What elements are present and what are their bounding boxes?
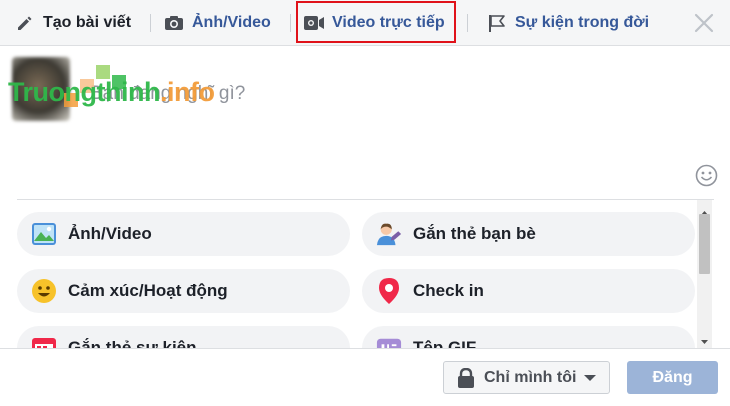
camera-icon [163, 12, 185, 34]
composer-tab-bar: Tạo bài viết Ảnh/Video Video trực tiếp S… [0, 0, 730, 46]
post-button[interactable]: Đăng [627, 361, 718, 394]
option-check-in[interactable]: Check in [362, 269, 695, 313]
post-composer[interactable]: Bạn đang nghĩ gì? Truongthinh.info [0, 47, 730, 197]
live-video-highlight-box [296, 1, 456, 43]
tag-friends-icon [376, 221, 402, 247]
option-label: Tệp GIF [413, 338, 477, 348]
calendar-icon [31, 335, 57, 348]
option-label: Ảnh/Video [68, 224, 152, 243]
pencil-icon [14, 12, 36, 34]
smiley-icon [31, 278, 57, 304]
scroll-up-arrow-icon[interactable] [697, 204, 712, 215]
watermark-text: Truongthinh.info [8, 77, 215, 107]
lock-icon [457, 367, 475, 388]
tab-label: Ảnh/Video [192, 14, 271, 31]
scrollbar-thumb[interactable] [699, 214, 710, 274]
tab-label: Tạo bài viết [43, 14, 132, 31]
option-label: Cảm xúc/Hoạt động [68, 281, 228, 300]
audience-selector-button[interactable]: Chỉ mình tôi [443, 361, 610, 394]
option-tag-friends[interactable]: Gắn thẻ bạn bè [362, 212, 695, 256]
tab-separator [150, 14, 151, 32]
close-icon[interactable] [693, 12, 715, 34]
composer-footer: Chỉ mình tôi Đăng [0, 348, 730, 406]
option-label: Check in [413, 281, 484, 300]
tab-separator [290, 14, 291, 32]
option-tag-event[interactable]: Gắn thẻ sự kiện [17, 326, 350, 348]
option-feeling-activity[interactable]: Cảm xúc/Hoạt động [17, 269, 350, 313]
post-options-list: Ảnh/Video Gắn thẻ bạn bè Cảm xúc/Hoạt độ… [0, 200, 730, 348]
tab-label: Sự kiện trong đời [515, 14, 650, 31]
tab-create-post[interactable]: Tạo bài viết [14, 0, 131, 46]
scroll-down-arrow-icon[interactable] [697, 334, 712, 344]
audience-label: Chỉ mình tôi [484, 368, 577, 386]
chevron-down-icon [584, 374, 597, 382]
tab-life-event[interactable]: Sự kiện trong đời [486, 0, 649, 46]
location-pin-icon [376, 278, 402, 304]
photo-icon [31, 221, 57, 247]
tab-separator [467, 14, 468, 32]
flag-icon [486, 12, 508, 34]
option-gif[interactable]: Tệp GIF [362, 326, 695, 348]
tab-photo-video[interactable]: Ảnh/Video [163, 0, 271, 46]
gif-icon [376, 335, 402, 348]
option-label: Gắn thẻ sự kiện [68, 338, 197, 348]
option-photo-video[interactable]: Ảnh/Video [17, 212, 350, 256]
options-scrollbar[interactable] [697, 200, 712, 348]
emoji-picker-icon[interactable] [695, 164, 718, 187]
option-label: Gắn thẻ bạn bè [413, 224, 536, 243]
